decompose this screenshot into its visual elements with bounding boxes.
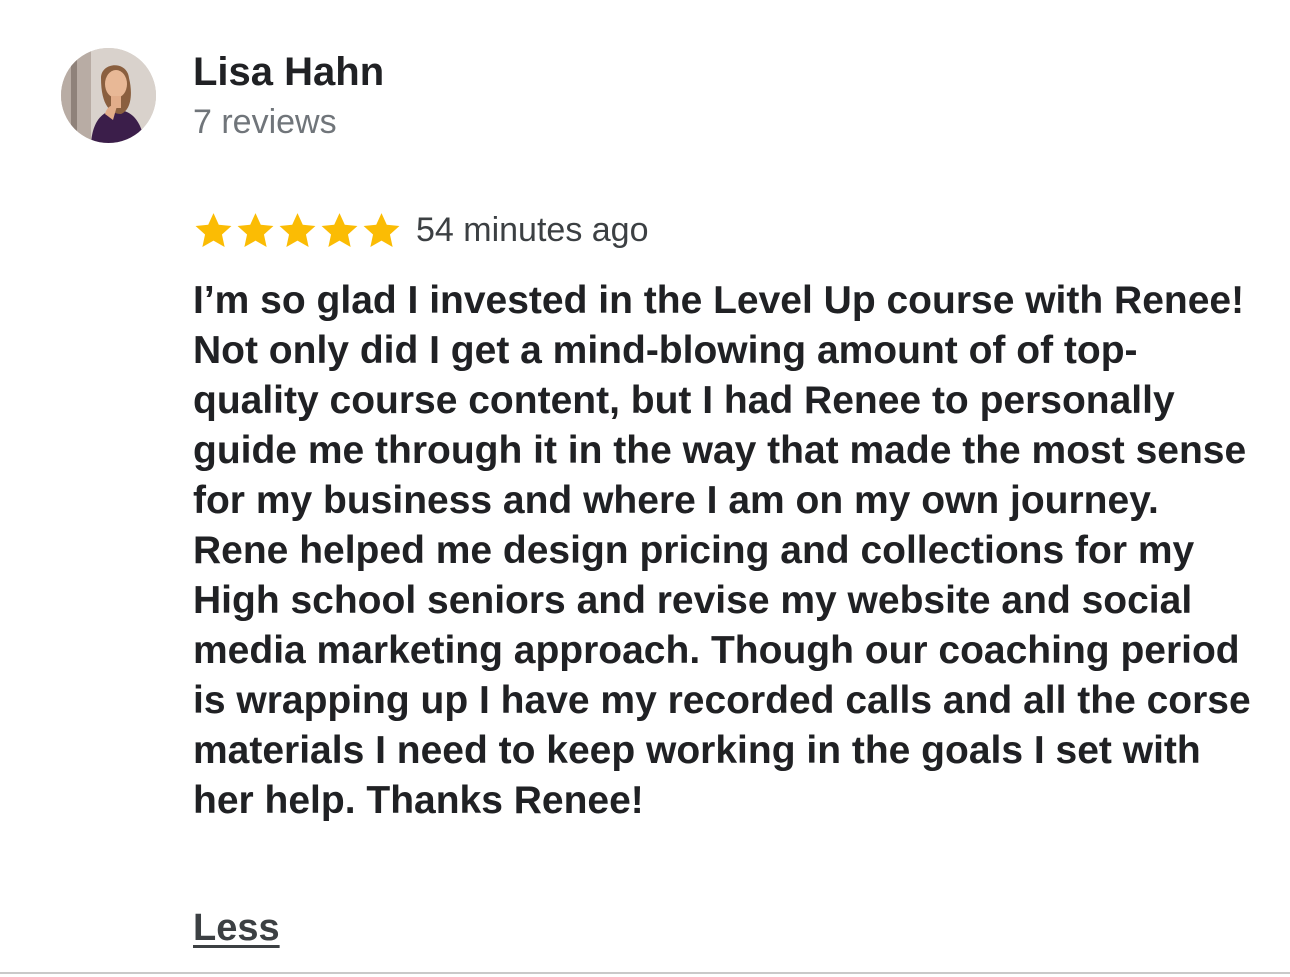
star-icon bbox=[321, 212, 358, 247]
less-button[interactable]: Less bbox=[193, 906, 280, 950]
avatar-photo bbox=[61, 48, 156, 143]
avatar[interactable] bbox=[61, 48, 156, 143]
star-icon bbox=[195, 212, 232, 247]
rating-row: 54 minutes ago bbox=[193, 208, 649, 252]
star-rating bbox=[193, 210, 402, 251]
star-icon bbox=[279, 212, 316, 247]
star-icon bbox=[237, 212, 274, 247]
review-time: 54 minutes ago bbox=[416, 211, 649, 249]
reviewer-name[interactable]: Lisa Hahn bbox=[193, 50, 384, 94]
review-text: I’m so glad I invested in the Level Up c… bbox=[193, 279, 1251, 822]
divider bbox=[0, 972, 1290, 974]
star-icon bbox=[363, 212, 400, 247]
review-count[interactable]: 7 reviews bbox=[193, 102, 337, 142]
